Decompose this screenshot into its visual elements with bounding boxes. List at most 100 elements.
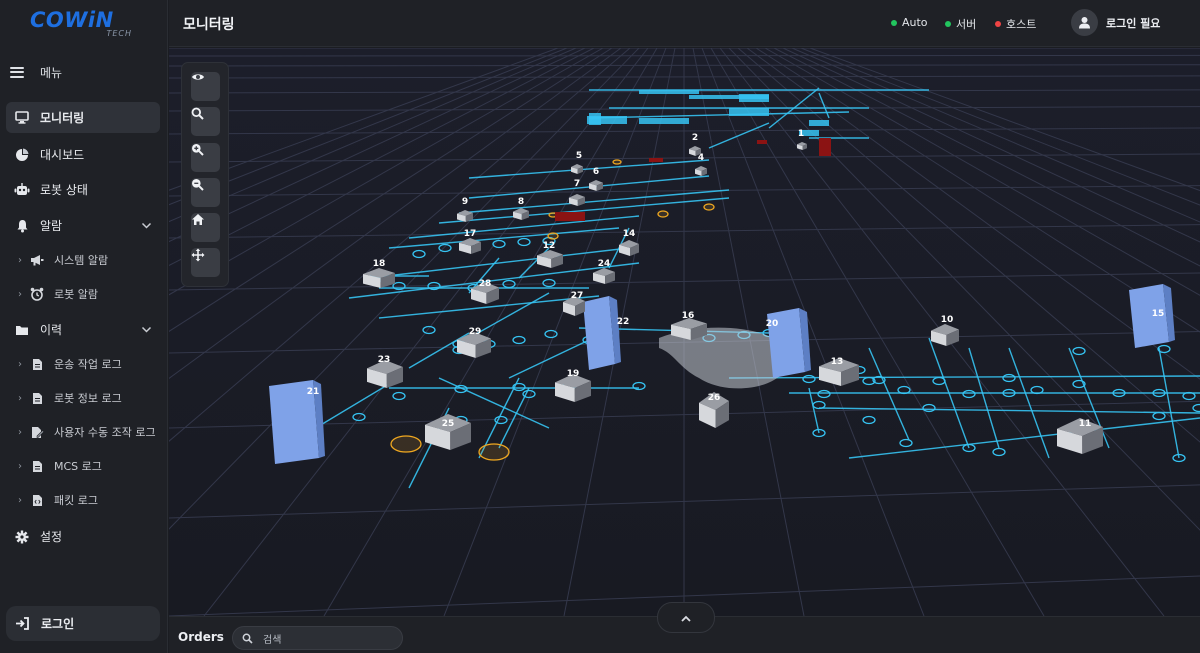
- orders-label: Orders: [178, 630, 224, 644]
- agv-track: [818, 92, 830, 119]
- conveyor-block: [729, 108, 769, 116]
- chevron-right-icon: ›: [18, 392, 22, 404]
- track-node: [1152, 411, 1166, 421]
- agv-track: [708, 122, 770, 149]
- view-toggle-button[interactable]: [191, 72, 220, 101]
- sidebar-item-alarm[interactable]: 알람: [6, 210, 160, 241]
- port-marker: [390, 435, 422, 453]
- menu-toggle[interactable]: 메뉴: [10, 62, 160, 82]
- sidebar-subitem-robot-info-log[interactable]: › 로봇 정보 로그: [18, 386, 162, 410]
- monitor-icon: [14, 110, 30, 126]
- sidebar-item-history[interactable]: 이력: [6, 314, 160, 345]
- track-node: [1192, 403, 1200, 413]
- sidebar-item-robot-status[interactable]: 로봇 상태: [6, 174, 160, 205]
- sidebar-subitem-label: 사용자 수동 조작 로그: [54, 426, 156, 439]
- megaphone-icon: [30, 253, 44, 267]
- status-dot: [995, 21, 1001, 27]
- robot-id-label: 17: [464, 229, 477, 239]
- track-node: [932, 376, 946, 386]
- bell-icon: [14, 218, 30, 234]
- track-node: [812, 400, 826, 410]
- track-node: [899, 438, 913, 448]
- robot-id-label: 24: [598, 259, 611, 269]
- grid-line: [169, 64, 1200, 67]
- track-node: [438, 243, 452, 253]
- track-node: [1002, 373, 1016, 383]
- sidebar-subitem-transport-log[interactable]: › 운송 작업 로그: [18, 352, 162, 376]
- robot-id-label: 16: [682, 311, 695, 321]
- conveyor-block: [809, 120, 829, 126]
- track-node: [512, 335, 526, 345]
- chevron-right-icon: ›: [18, 426, 22, 438]
- status-server: 서버: [945, 16, 976, 32]
- robot-id-label: 6: [593, 167, 599, 177]
- logo-text: COWiN: [30, 8, 114, 32]
- sidebar-subitem-label: 로봇 정보 로그: [54, 392, 122, 405]
- robot-id-label: 14: [623, 229, 636, 239]
- robot-id-label: 28: [479, 279, 492, 289]
- view-toolbar: [181, 62, 229, 287]
- robot-id-label: 21: [307, 387, 320, 397]
- sidebar-item-monitoring[interactable]: 모니터링: [6, 102, 160, 133]
- monitoring-3d-viewport[interactable]: 1 2 4 5 6 7 8 9 10 11 12 13 14 15 16 17 18 19 20 21 22 23 24 25…: [169, 48, 1200, 616]
- chevron-right-icon: ›: [18, 460, 22, 472]
- sign-in-icon: [15, 617, 29, 630]
- login-button[interactable]: 로그인: [6, 606, 160, 641]
- conveyor-block: [639, 118, 689, 124]
- chevron-right-icon: ›: [18, 494, 22, 506]
- sidebar-subitem-system-alarm[interactable]: › 시스템 알람: [18, 248, 162, 272]
- logo-subtext: TECH: [106, 29, 132, 38]
- status-auto: Auto: [891, 16, 928, 29]
- user-avatar-icon: [1071, 9, 1098, 36]
- agv-track: [728, 375, 1200, 379]
- robot-id-label: 18: [373, 259, 386, 269]
- expand-orders-button[interactable]: [657, 602, 715, 633]
- search-button[interactable]: [191, 107, 220, 136]
- menu-label: 메뉴: [40, 65, 63, 80]
- agv-track: [968, 347, 1000, 449]
- sidebar-subitem-manual-operation-log[interactable]: › 사용자 수동 조작 로그: [18, 420, 162, 444]
- zoom-out-button[interactable]: [191, 178, 220, 207]
- sidebar-item-dashboard[interactable]: 대시보드: [6, 139, 160, 170]
- sidebar-item-settings[interactable]: 설정: [6, 521, 160, 552]
- agv-track: [588, 111, 850, 119]
- sidebar-item-label: 알람: [40, 219, 63, 233]
- agv-track: [388, 227, 620, 249]
- scene-canvas[interactable]: 1245678910111213141516171819202122232425…: [169, 48, 1200, 616]
- robot-id-label: 4: [698, 153, 704, 163]
- sidebar-item-label: 대시보드: [40, 148, 85, 162]
- robot-id-label: 5: [576, 151, 582, 161]
- file-icon: [30, 391, 44, 405]
- user-menu[interactable]: 로그인 필요: [1071, 9, 1160, 36]
- track-node: [544, 329, 558, 339]
- sidebar-subitem-robot-alarm[interactable]: › 로봇 알람: [18, 282, 162, 306]
- chevron-right-icon: ›: [18, 288, 22, 300]
- chevron-down-icon: [141, 323, 152, 337]
- page-title: 모니터링: [183, 17, 235, 33]
- home-view-button[interactable]: [191, 213, 220, 242]
- search-placeholder: 검색: [263, 634, 282, 646]
- pan-button[interactable]: [191, 248, 220, 277]
- alarm-clock-icon: [30, 287, 44, 301]
- track-node: [412, 249, 426, 259]
- robot-id-label: 29: [469, 327, 482, 337]
- robot-id-label: 26: [708, 393, 721, 403]
- sidebar-subitem-mcs-log[interactable]: › MCS 로그: [18, 454, 162, 478]
- sidebar-subitem-label: 로봇 알람: [54, 288, 98, 301]
- zoom-in-button[interactable]: [191, 143, 220, 172]
- alert-zone: [649, 158, 663, 162]
- cowin-logo[interactable]: COWiN TECH: [30, 8, 140, 38]
- file-icon: [30, 357, 44, 371]
- agv-track: [818, 407, 1200, 414]
- login-label: 로그인: [41, 617, 75, 631]
- chevron-right-icon: ›: [18, 358, 22, 370]
- robot-id-label: 19: [567, 369, 580, 379]
- orders-search-input[interactable]: 검색: [232, 626, 403, 650]
- sidebar-subitem-packet-log[interactable]: › 패킷 로그: [18, 488, 162, 512]
- robot-id-label: 1: [798, 129, 804, 139]
- file-icon: [30, 459, 44, 473]
- sidebar-subitem-label: MCS 로그: [54, 460, 102, 473]
- agv-track: [1158, 347, 1180, 459]
- agv-track: [1008, 347, 1050, 459]
- robot-icon: [14, 182, 30, 198]
